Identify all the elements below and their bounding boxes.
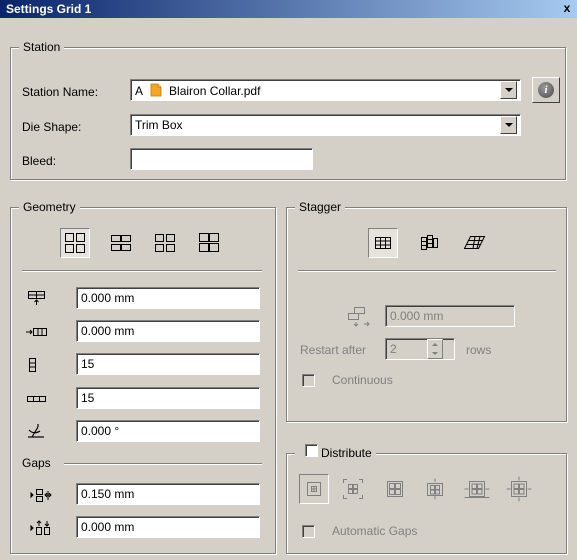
- stagger-none-button[interactable]: [368, 228, 398, 258]
- vertical-offset-input[interactable]: 0.000 mm: [76, 320, 260, 342]
- stagger-offset-input[interactable]: 0.000 mm: [385, 305, 515, 327]
- automatic-gaps-checkbox[interactable]: [302, 525, 315, 538]
- rotation-icon: [28, 424, 44, 438]
- vertical-gap-icon: [30, 520, 50, 535]
- title-bar: Settings Grid 1 x: [0, 0, 577, 18]
- distribute-both-icon: [506, 476, 532, 502]
- layout-grid-2-button[interactable]: [106, 228, 136, 258]
- die-shape-dropdown-button[interactable]: [500, 116, 517, 134]
- distribute-center-button[interactable]: [338, 474, 368, 504]
- die-shape-select[interactable]: Trim Box: [130, 114, 521, 136]
- rows-input[interactable]: 15: [76, 353, 260, 375]
- layout-grid-4-button[interactable]: [194, 228, 224, 258]
- stagger-rows-icon: [464, 236, 486, 249]
- horizontal-gap-input[interactable]: 0.150 mm: [76, 483, 260, 505]
- rows-icon: [29, 358, 36, 372]
- horizontal-gap-icon: [30, 489, 52, 502]
- automatic-gaps-label: Automatic Gaps: [332, 524, 418, 538]
- restart-after-input[interactable]: 2: [385, 338, 455, 360]
- layout-grid-2-icon: [111, 235, 131, 251]
- station-name-select[interactable]: A Blairon Collar.pdf: [130, 79, 521, 101]
- columns-input[interactable]: 15: [76, 387, 260, 409]
- close-button[interactable]: x: [559, 1, 575, 16]
- distribute-horizontal-button[interactable]: [462, 474, 492, 504]
- stagger-offset-icon: [348, 307, 370, 327]
- layout-grid-1-icon: [65, 233, 85, 253]
- distribute-fill-icon: [387, 481, 403, 497]
- station-name-dropdown-button[interactable]: [500, 81, 517, 99]
- horizontal-offset-icon: [28, 291, 45, 305]
- restart-unit-label: rows: [466, 343, 492, 357]
- horizontal-offset-input[interactable]: 0.000 mm: [76, 287, 260, 309]
- distribute-none-icon: [307, 482, 321, 496]
- distribute-none-button[interactable]: [299, 474, 329, 504]
- layout-grid-3-icon: [155, 234, 175, 252]
- layout-grid-3-button[interactable]: [150, 228, 180, 258]
- layout-grid-1-button[interactable]: [60, 228, 90, 258]
- distribute-vertical-icon: [427, 478, 443, 500]
- stagger-columns-icon: [421, 235, 438, 250]
- stagger-columns-button[interactable]: [414, 228, 444, 258]
- geometry-legend: Geometry: [19, 200, 80, 214]
- vertical-gap-input[interactable]: 0.000 mm: [76, 516, 260, 538]
- station-info-button[interactable]: i: [532, 77, 560, 103]
- columns-icon: [27, 396, 46, 402]
- die-shape-label: Die Shape:: [22, 120, 82, 134]
- gaps-separator: [64, 463, 262, 465]
- stagger-none-icon: [375, 237, 391, 249]
- station-legend: Station: [19, 40, 65, 54]
- vertical-offset-icon: [26, 328, 47, 336]
- stagger-separator: [298, 270, 556, 272]
- gaps-label: Gaps: [22, 456, 51, 470]
- distribute-checkbox[interactable]: [305, 444, 318, 457]
- distribute-horizontal-icon: [464, 481, 490, 498]
- pdf-file-icon: [150, 83, 162, 97]
- station-name-label: Station Name:: [22, 85, 99, 99]
- distribute-vertical-button[interactable]: [420, 474, 450, 504]
- station-prefix: A: [135, 84, 143, 98]
- station-name-value: Blairon Collar.pdf: [169, 84, 261, 98]
- rotation-input[interactable]: 0.000 °: [76, 420, 260, 442]
- distribute-center-icon: [343, 479, 363, 499]
- geometry-separator: [22, 270, 262, 272]
- continuous-label: Continuous: [332, 373, 393, 387]
- stagger-rows-button[interactable]: [460, 228, 490, 258]
- die-shape-value: Trim Box: [135, 118, 183, 132]
- bleed-label: Bleed:: [22, 154, 57, 168]
- window-title: Settings Grid 1: [6, 2, 92, 16]
- continuous-checkbox[interactable]: [302, 374, 315, 387]
- distribute-fill-button[interactable]: [380, 474, 410, 504]
- bleed-input[interactable]: [130, 148, 313, 170]
- distribute-both-button[interactable]: [504, 474, 534, 504]
- info-icon: i: [538, 82, 554, 98]
- restart-after-label: Restart after: [300, 343, 367, 357]
- layout-grid-4-icon: [199, 233, 219, 252]
- restart-after-spinner[interactable]: [427, 339, 443, 359]
- stagger-legend: Stagger: [295, 200, 346, 214]
